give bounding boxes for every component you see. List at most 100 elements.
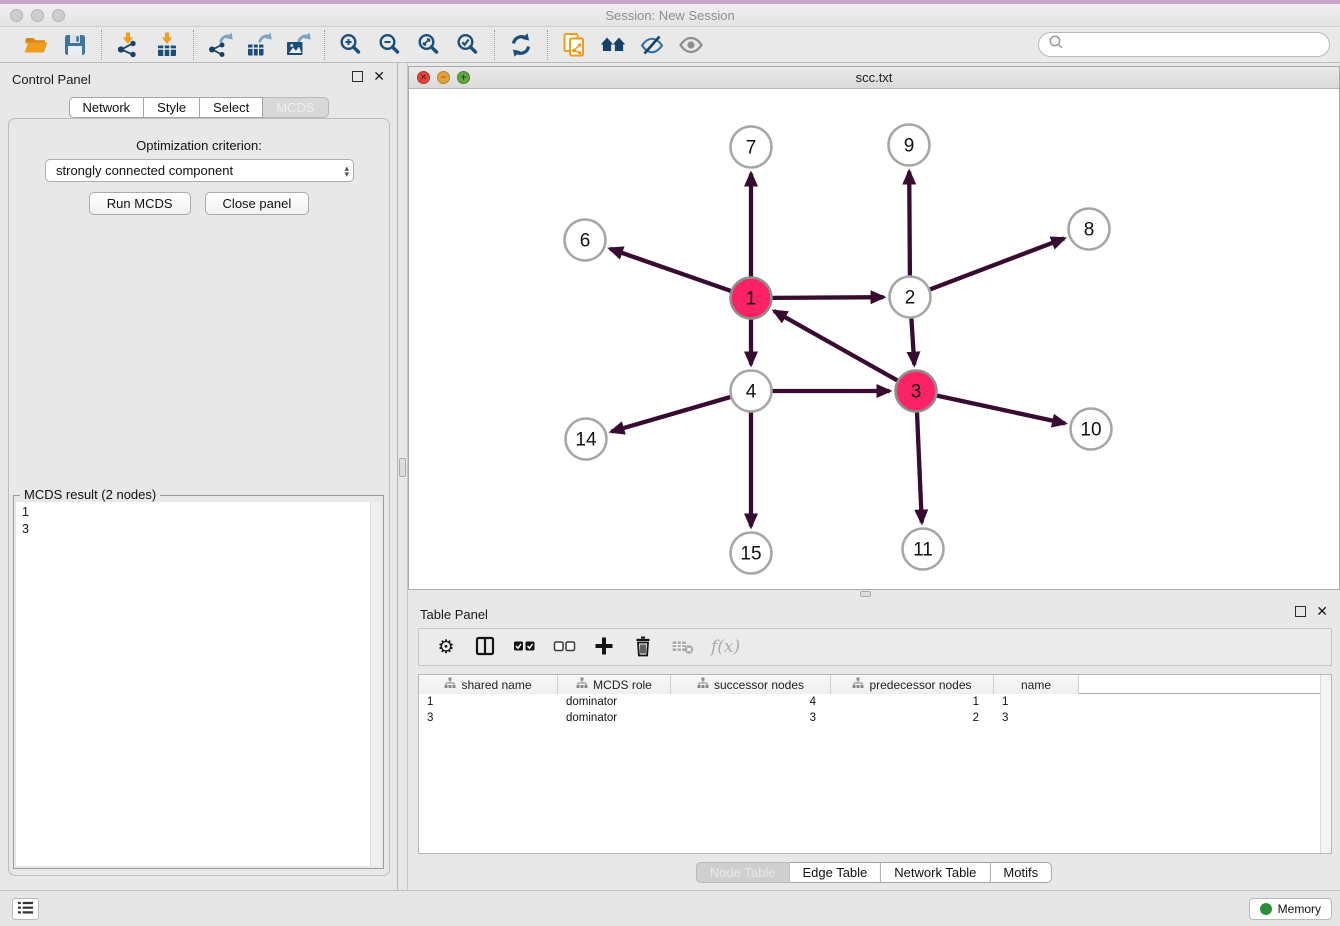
node-table: shared nameMCDS rolesuccessor nodesprede… xyxy=(418,674,1332,854)
criterion-select[interactable]: strongly connected component ▴▾ xyxy=(45,159,354,182)
save-session-button[interactable] xyxy=(58,30,92,60)
table-scrollbar[interactable] xyxy=(1320,675,1331,853)
close-panel-button[interactable]: Close panel xyxy=(205,192,310,215)
first-neighbors-button[interactable] xyxy=(596,30,630,60)
import-network-button[interactable] xyxy=(111,30,145,60)
edge-3-11[interactable] xyxy=(917,413,922,523)
run-mcds-button[interactable]: Run MCDS xyxy=(89,192,191,215)
mcds-result-item[interactable]: 3 xyxy=(22,521,375,538)
tab-network-table[interactable]: Network Table xyxy=(881,862,990,883)
show-all-button[interactable] xyxy=(674,30,708,60)
edge-1-6[interactable] xyxy=(610,249,731,291)
zoom-fit-button[interactable] xyxy=(412,30,446,60)
edge-1-2[interactable] xyxy=(773,297,884,298)
node-6[interactable]: 6 xyxy=(565,220,606,261)
node-4[interactable]: 4 xyxy=(731,371,772,412)
memory-button[interactable]: Memory xyxy=(1249,898,1332,920)
table-cell[interactable]: 3 xyxy=(994,710,1079,726)
delete-table-button[interactable] xyxy=(671,632,694,662)
table-toolbar: ⚙ f(x) xyxy=(418,628,1332,666)
close-panel-icon[interactable]: ✕ xyxy=(373,70,385,82)
table-row[interactable]: 1dominator411 xyxy=(419,694,1331,710)
result-scrollbar[interactable] xyxy=(370,502,381,866)
deselect-all-columns-icon xyxy=(553,635,576,660)
task-history-button[interactable] xyxy=(12,898,39,920)
edge-2-8[interactable] xyxy=(930,238,1064,289)
toolbar-group xyxy=(547,30,717,60)
table-cell[interactable]: 1 xyxy=(994,694,1079,710)
node-11[interactable]: 11 xyxy=(903,529,944,570)
tab-node-table[interactable]: Node Table xyxy=(696,862,790,883)
clone-network-button[interactable] xyxy=(557,30,591,60)
delete-columns-button[interactable] xyxy=(632,632,654,662)
table-cell[interactable]: 3 xyxy=(671,710,831,726)
edge-3-10[interactable] xyxy=(937,396,1065,424)
network-window-titlebar[interactable]: ✕ − + scc.txt xyxy=(409,67,1339,89)
node-14[interactable]: 14 xyxy=(566,419,607,460)
float-panel-icon[interactable] xyxy=(352,71,363,82)
vertical-splitter[interactable] xyxy=(398,63,408,890)
float-panel-icon[interactable] xyxy=(1295,606,1306,617)
tab-style[interactable]: Style xyxy=(144,97,200,118)
node-9[interactable]: 9 xyxy=(889,125,930,166)
tab-edge-table[interactable]: Edge Table xyxy=(789,862,881,883)
table-cell[interactable]: 3 xyxy=(419,710,558,726)
table-cell[interactable]: 1 xyxy=(419,694,558,710)
mcds-result-item[interactable]: 1 xyxy=(22,504,375,521)
open-session-button[interactable] xyxy=(19,30,53,60)
select-all-columns-button[interactable] xyxy=(513,632,536,662)
table-cell[interactable]: 2 xyxy=(831,710,994,726)
edge-4-14[interactable] xyxy=(611,397,730,432)
edge-2-9[interactable] xyxy=(909,172,910,276)
attribute-type-icon xyxy=(697,677,709,692)
edge-2-3[interactable] xyxy=(911,319,914,365)
create-column-button[interactable] xyxy=(593,632,615,662)
column-header-MCDS-role[interactable]: MCDS role xyxy=(558,675,671,694)
import-table-button[interactable] xyxy=(150,30,184,60)
node-2[interactable]: 2 xyxy=(890,277,931,318)
column-header-name[interactable]: name xyxy=(994,675,1079,694)
column-header-successor-nodes[interactable]: successor nodes xyxy=(671,675,831,694)
show-columns-button[interactable] xyxy=(474,632,496,662)
horizontal-splitter[interactable] xyxy=(408,590,1340,598)
node-8[interactable]: 8 xyxy=(1069,209,1110,250)
table-cell[interactable]: 4 xyxy=(671,694,831,710)
zoom-out-button[interactable] xyxy=(373,30,407,60)
attribute-type-icon xyxy=(852,677,864,692)
apply-layout-button[interactable] xyxy=(504,30,538,60)
deselect-all-columns-button[interactable] xyxy=(553,632,576,662)
column-header-shared-name[interactable]: shared name xyxy=(419,675,558,694)
node-3[interactable]: 3 xyxy=(896,371,937,412)
node-1[interactable]: 1 xyxy=(731,278,772,319)
optimization-label: Optimization criterion: xyxy=(9,138,389,153)
column-header-predecessor-nodes[interactable]: predecessor nodes xyxy=(831,675,994,694)
zoom-selected-button[interactable] xyxy=(451,30,485,60)
mcds-result-list[interactable]: 13 xyxy=(16,502,381,866)
tab-network[interactable]: Network xyxy=(68,97,144,118)
export-image-button[interactable] xyxy=(281,30,315,60)
zoom-in-button[interactable] xyxy=(334,30,368,60)
node-7[interactable]: 7 xyxy=(731,127,772,168)
tab-select[interactable]: Select xyxy=(200,97,263,118)
table-cell[interactable]: dominator xyxy=(558,710,671,726)
network-canvas[interactable]: 7 9 6 8 1 2 4 3 14 10 15 11 xyxy=(409,89,1339,589)
search-box[interactable] xyxy=(1038,32,1330,57)
close-panel-icon[interactable]: ✕ xyxy=(1316,605,1328,617)
node-10[interactable]: 10 xyxy=(1071,409,1112,450)
search-input[interactable] xyxy=(1069,36,1320,53)
tab-mcds[interactable]: MCDS xyxy=(263,97,328,118)
tab-motifs[interactable]: Motifs xyxy=(990,862,1052,883)
export-network-button[interactable] xyxy=(203,30,237,60)
hide-selected-button[interactable] xyxy=(635,30,669,60)
node-15[interactable]: 15 xyxy=(731,533,772,574)
table-cell[interactable]: 1 xyxy=(831,694,994,710)
function-builder-button[interactable]: f(x) xyxy=(711,632,740,662)
splitter-grip[interactable] xyxy=(399,458,406,477)
memory-label: Memory xyxy=(1278,902,1321,916)
export-table-button[interactable] xyxy=(242,30,276,60)
table-row[interactable]: 3dominator323 xyxy=(419,710,1331,726)
splitter-grip[interactable] xyxy=(860,591,871,597)
edge-3-1[interactable] xyxy=(774,311,897,380)
table-settings-button[interactable]: ⚙ xyxy=(435,632,457,662)
table-cell[interactable]: dominator xyxy=(558,694,671,710)
